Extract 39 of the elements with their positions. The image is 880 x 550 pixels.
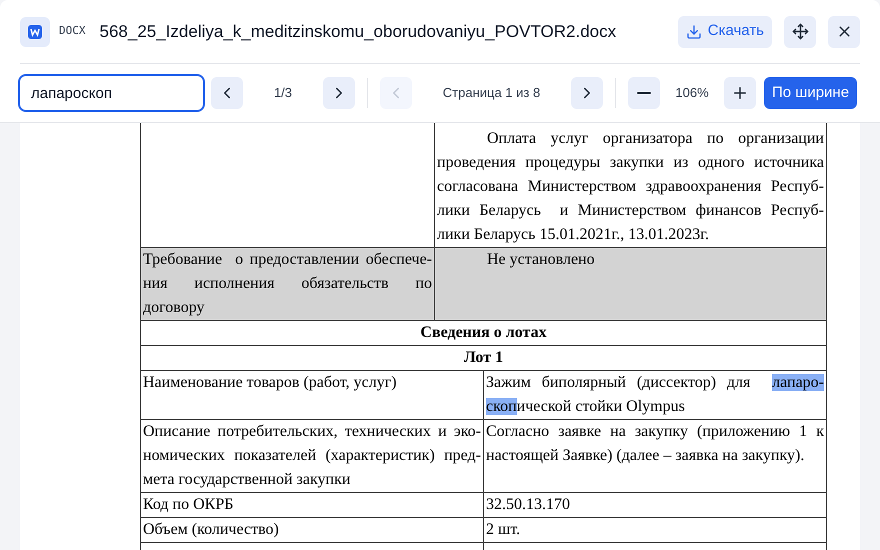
cell-text-line: Требование о предоставлении обеспече-	[143, 250, 432, 270]
zoom-level: 106%	[674, 84, 710, 102]
page-indicator: Страница 1 из 8	[442, 84, 542, 102]
cell-text-line: Оплата услуг организатора по организации	[486, 129, 824, 149]
zoom-in-icon	[731, 84, 749, 102]
close-button[interactable]	[828, 16, 860, 48]
fit-width-button[interactable]: По ширине	[764, 77, 858, 109]
cell-text-line: Зажим биполярный (диссектор) для лапаро-	[486, 373, 824, 393]
move-icon	[792, 23, 808, 40]
cell-text-line: настоящей Заявке) (далее – заявка на закупку).	[486, 446, 806, 466]
cell-text-line: Объем (количество)	[143, 520, 280, 540]
table-heading: Лот 1	[464, 349, 504, 366]
search-field[interactable]: лапароскоп	[18, 74, 205, 112]
file-type-label: DOCX	[59, 23, 86, 40]
download-icon	[686, 24, 702, 40]
word-file-icon	[20, 16, 50, 46]
zoom-out-button[interactable]	[628, 77, 660, 109]
cell-text-line: Описание потребительских, технических и эко-	[143, 422, 481, 442]
move-button[interactable]	[784, 16, 816, 48]
match-counter: 1/3	[272, 84, 294, 102]
zoom-in-button[interactable]	[724, 77, 756, 109]
cell-text-line: проведения процедуры закупки из одного источника	[437, 153, 824, 173]
cell-text-line: скопической стойки Olympus	[486, 397, 686, 417]
cell-text-line: номических показателей (характеристик) пред-	[143, 446, 481, 466]
cell-text-line: Код по ОКРБ	[143, 495, 234, 515]
cell-text-line: согласована Министерством здравоохранения Респуб-	[437, 177, 824, 197]
cell-text-line: Наименование товаров (работ, услуг)	[143, 373, 398, 393]
cell-text-line: договору	[143, 298, 206, 318]
cell-text-line: 2 шт.	[486, 520, 522, 540]
file-name: 568_25_Izdeliya_k_meditzinskomu_oborudovaniyu_POVTOR2.docx	[100, 20, 616, 43]
download-button[interactable]: Скачать	[678, 16, 772, 48]
cell-text-line: лики Беларусь 15.01.2021г., 13.01.2023г.	[437, 225, 710, 245]
cell-text-line: лики Беларусь и Министерством финансов Респуб-	[437, 201, 824, 221]
cell-text-line: Согласно заявке на закупку (приложению 1 к	[486, 422, 824, 442]
cell-text-line: 32.50.13.170	[486, 495, 571, 515]
cell-text-line: Не установлено	[486, 250, 596, 270]
table-heading: Сведения о лотах	[420, 324, 547, 341]
cell-text-line: мета государственной закупки	[143, 470, 352, 490]
cell-text-line: ния исполнения обязательств по	[143, 274, 432, 294]
